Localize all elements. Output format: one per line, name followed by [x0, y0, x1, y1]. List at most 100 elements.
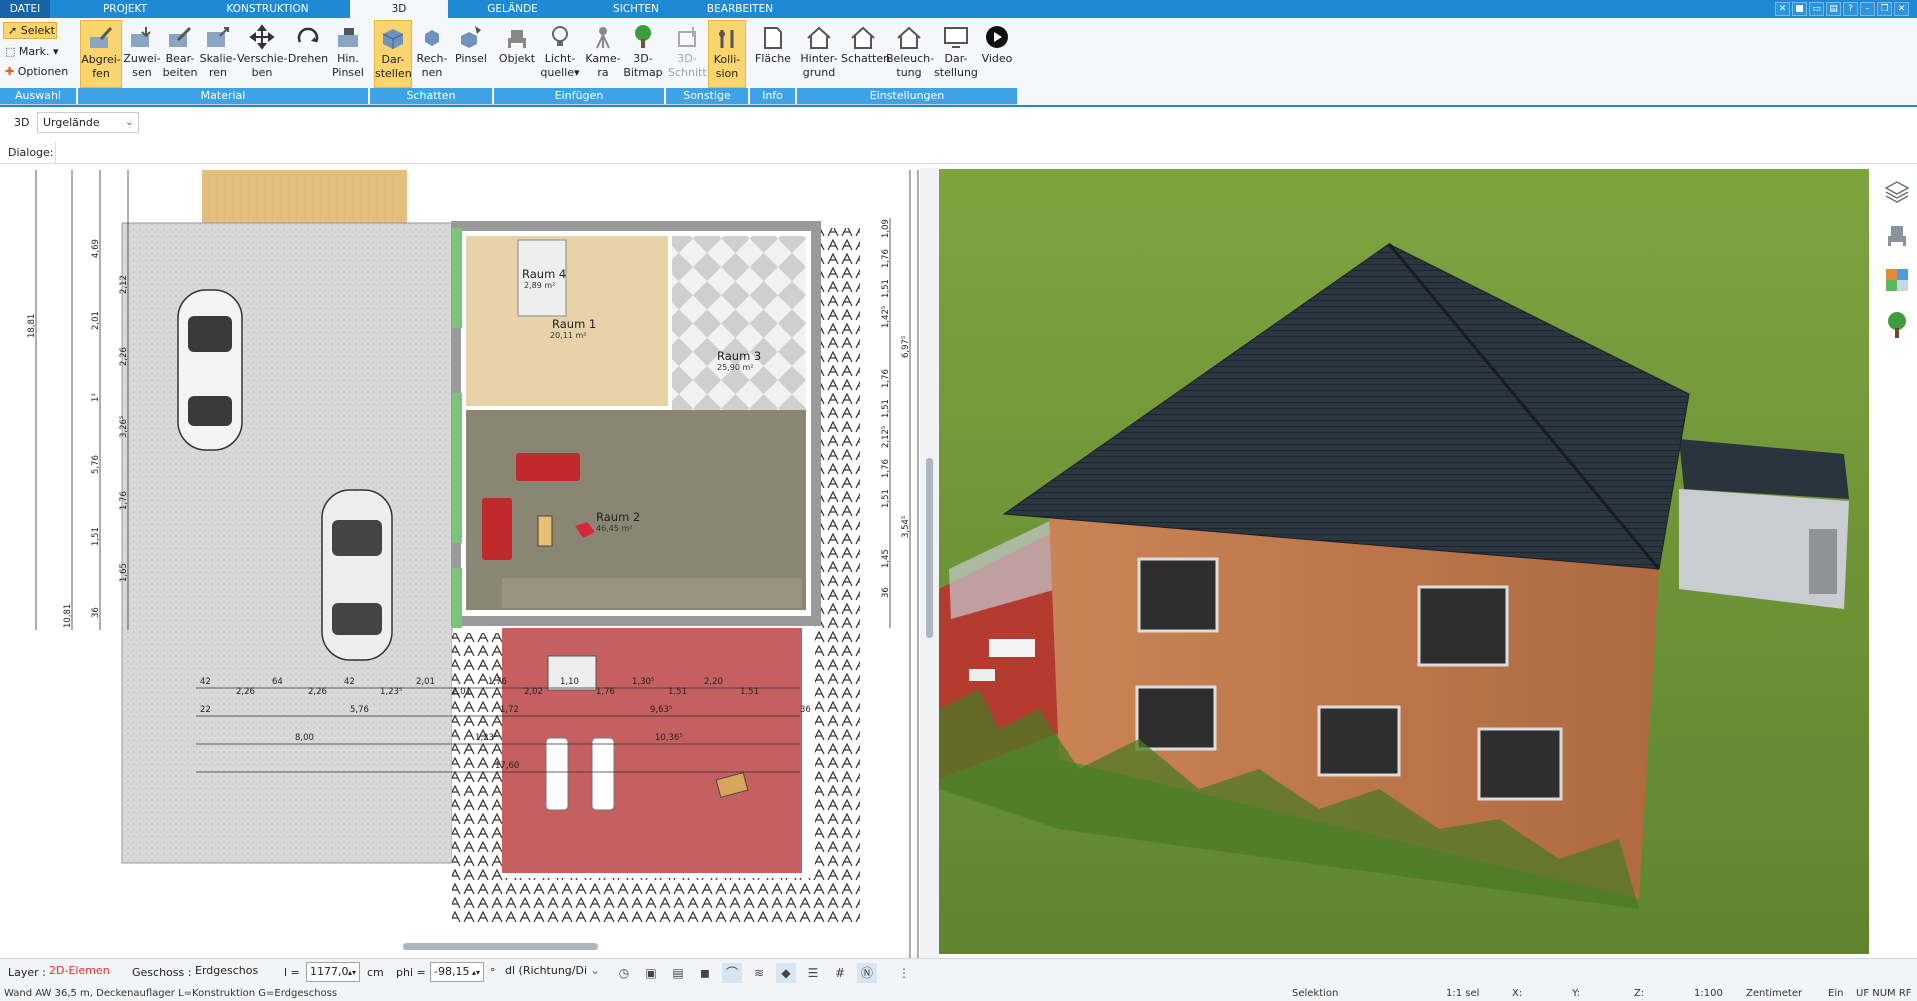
darstellen-button[interactable]: Dar-stellen	[374, 20, 412, 88]
dimension-label-bottom: 36	[800, 705, 811, 715]
table[interactable]	[537, 515, 553, 547]
window-4[interactable]	[1317, 705, 1401, 777]
window-2[interactable]	[1417, 585, 1509, 667]
dimension-label-bottom: 42	[344, 677, 355, 687]
tab-projekt[interactable]: PROJEKT	[85, 0, 165, 18]
selekt-button[interactable]: ➚ Selekt	[3, 22, 57, 39]
dimension-label-left: 1¹	[91, 393, 101, 402]
sofa[interactable]	[516, 453, 580, 481]
3d-schnitt-button[interactable]: 3D- Schnitt	[668, 20, 707, 88]
mark-icon: ⬚	[5, 45, 16, 58]
brush-icon	[461, 26, 481, 48]
splitter[interactable]	[920, 168, 939, 958]
dimension-label-bottom: 1,10	[560, 677, 579, 687]
mark-button[interactable]: ⬚ Mark. ▾	[5, 43, 59, 60]
snap-layers-icon[interactable]: ☰	[803, 963, 823, 983]
tab-konstruktion[interactable]: KONSTRUKTION	[210, 0, 325, 18]
dimension-label-left: 10,81	[63, 604, 73, 628]
geschoss-dropdown[interactable]: Erdgeschos ⌄	[192, 962, 268, 995]
monitor-icon[interactable]: ▣	[641, 963, 661, 983]
zuweisen-button[interactable]: Zuwei-sen	[123, 20, 161, 88]
hin-pinsel-button[interactable]: Hin. Pinsel	[329, 20, 367, 88]
close-icon[interactable]: ✕	[1894, 2, 1909, 16]
layers-icon[interactable]	[1884, 179, 1910, 205]
kollision-button[interactable]: Kolli-sion	[708, 20, 746, 88]
snap-wave-icon[interactable]: ≋	[749, 963, 769, 983]
skalieren-button[interactable]: Skalie-ren	[199, 20, 237, 88]
verschieben-button[interactable]: Verschie-ben	[237, 20, 288, 88]
lichtquelle-button[interactable]: Licht-quelle▾	[538, 20, 582, 88]
tab-datei[interactable]: DATEI	[0, 0, 50, 18]
plan-scrollbar-h[interactable]	[403, 943, 598, 950]
flaeche-button[interactable]: Fläche	[752, 20, 794, 88]
3d-view[interactable]	[939, 169, 1869, 954]
tools-icon[interactable]: ✕	[1775, 2, 1790, 16]
more-icon[interactable]: ⋮	[894, 963, 914, 983]
patio-table[interactable]	[989, 639, 1035, 657]
group-auswahl: Auswahl	[0, 88, 76, 104]
hintergrund-button[interactable]: Hinter-grund	[798, 20, 840, 88]
zuweisen-label-1: Zuwei-	[123, 52, 161, 65]
stepper-icon[interactable]: ▴▾	[472, 964, 480, 982]
stepper-icon[interactable]: ▴▾	[348, 964, 356, 982]
lounger-2[interactable]	[591, 737, 615, 811]
help-icon[interactable]: ?	[1843, 2, 1858, 16]
tab-bearbeiten[interactable]: BEARBEITEN	[700, 0, 780, 18]
abgreifen-button[interactable]: Abgrei-fen	[80, 20, 122, 88]
floor-plan-canvas[interactable]: Raum 4 2,89 m² Raum 1 20,11 m² Raum 3 25…	[0, 168, 920, 958]
tab-sichten[interactable]: SICHTEN	[595, 0, 677, 18]
clock-icon[interactable]: ◷	[614, 963, 634, 983]
minimize-icon[interactable]: –	[1860, 2, 1875, 16]
cut-icon	[678, 27, 696, 47]
driveway[interactable]	[121, 222, 453, 864]
armchair[interactable]	[482, 498, 512, 560]
beleuchtung-button[interactable]: Beleuch-tung	[886, 20, 934, 88]
schatten-button[interactable]: Schatten	[841, 20, 890, 88]
bearbeiten-button[interactable]: Bear-beiten	[161, 20, 199, 88]
car-top[interactable]	[177, 289, 243, 451]
tree-icon	[635, 25, 651, 48]
3d-bitmap-button[interactable]: 3D- Bitmap	[623, 20, 663, 88]
pinsel-button[interactable]: Pinsel	[451, 20, 491, 88]
restore-icon[interactable]: ❐	[1877, 2, 1892, 16]
drehen-button[interactable]: Drehen	[287, 20, 329, 88]
dimension-label-bottom: 2,01	[452, 687, 471, 697]
floor-plan-view[interactable]: Raum 4 2,89 m² Raum 1 20,11 m² Raum 3 25…	[0, 168, 920, 958]
north-icon[interactable]: Ⓝ	[857, 963, 877, 983]
kamera-button[interactable]: Kame-ra	[583, 20, 623, 88]
plant-icon[interactable]	[1884, 311, 1910, 339]
dimension-label-bottom: 1,51	[668, 687, 687, 697]
chair-icon[interactable]	[1884, 223, 1910, 249]
window-3[interactable]	[1135, 685, 1217, 751]
dl-dropdown[interactable]: dl (Richtung/Di ⌄	[502, 962, 602, 982]
window-5[interactable]	[1477, 727, 1563, 801]
window-1[interactable]	[1137, 557, 1219, 633]
hin-pinsel-label-2: Pinsel	[332, 66, 364, 79]
patio-chair[interactable]	[969, 669, 995, 681]
grid-icon[interactable]: #	[830, 963, 850, 983]
car-bottom[interactable]	[321, 489, 393, 661]
optionen-button[interactable]: ✚ Optionen	[5, 63, 68, 80]
3d-schnitt-label-1: 3D-	[677, 52, 697, 65]
texture-icon[interactable]	[1884, 267, 1910, 293]
layer-dropdown[interactable]: 2D-Elemen ⌄	[46, 962, 122, 995]
layer-select[interactable]: Urgelände ⌄	[37, 112, 139, 133]
dimension-label-bottom: 1,30⁵	[632, 677, 654, 687]
window-icon[interactable]: ▭	[1809, 2, 1824, 16]
plan-scrollbar-v-thumb[interactable]	[926, 458, 933, 638]
rechnen-button[interactable]: Rech-nen	[413, 20, 451, 88]
lounger-1[interactable]	[545, 737, 569, 811]
3d-render-canvas[interactable]	[939, 169, 1869, 954]
tab-gelaende[interactable]: GELÄNDE	[470, 0, 555, 18]
dialoge-label: Dialoge:	[8, 146, 54, 159]
snap-plane-icon[interactable]: ◆	[776, 963, 796, 983]
cube-icon[interactable]: ◼	[695, 963, 715, 983]
print-icon[interactable]: ▤	[668, 963, 688, 983]
box-icon[interactable]: ■	[1792, 2, 1807, 16]
video-button[interactable]: Video	[978, 20, 1016, 88]
tab-3d[interactable]: 3D	[350, 0, 448, 18]
layout-icon[interactable]: ▤	[1826, 2, 1841, 16]
snap-line-icon[interactable]: ⌒	[722, 963, 742, 983]
objekt-button[interactable]: Objekt	[497, 20, 537, 88]
darstellung-button[interactable]: Dar-stellung	[934, 20, 978, 88]
